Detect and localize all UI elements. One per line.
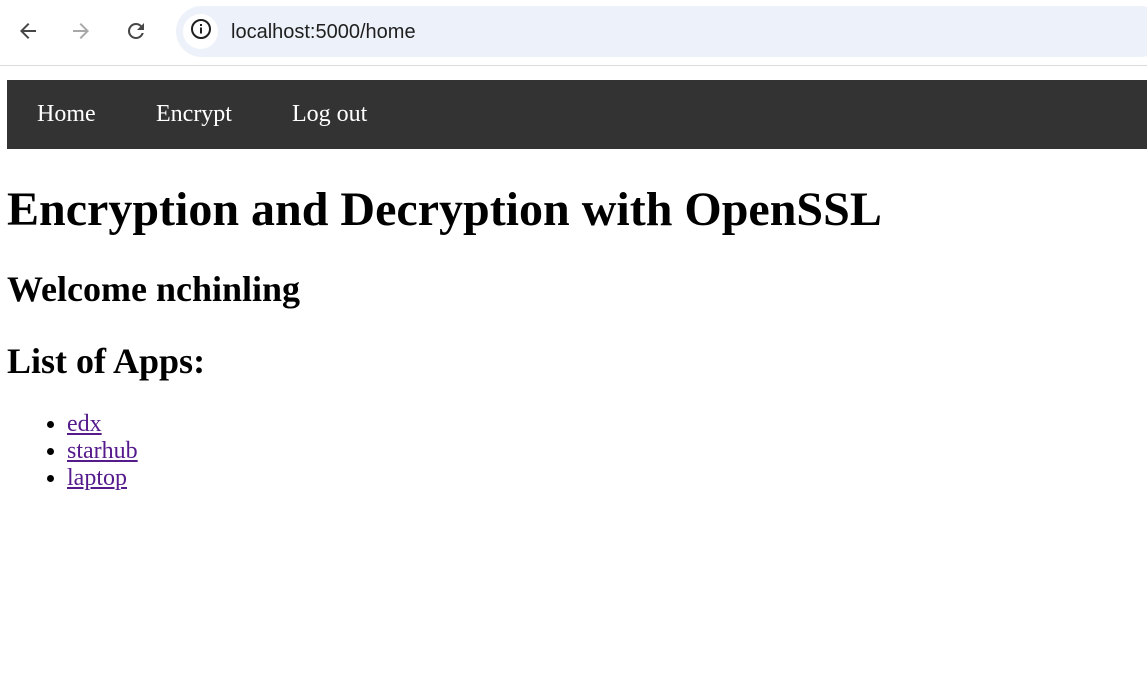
top-navbar: Home Encrypt Log out bbox=[7, 80, 1147, 149]
apps-list: edx starhub laptop bbox=[7, 411, 138, 492]
nav-logout-link[interactable]: Log out bbox=[292, 80, 367, 149]
list-item: edx bbox=[67, 411, 138, 438]
welcome-heading: Welcome nchinling bbox=[7, 269, 301, 309]
list-item: laptop bbox=[67, 465, 138, 492]
forward-arrow-icon bbox=[69, 19, 93, 43]
apps-list-heading: List of Apps: bbox=[7, 341, 206, 381]
app-link-laptop[interactable]: laptop bbox=[67, 465, 127, 491]
page-title: Encryption and Decryption with OpenSSL bbox=[7, 183, 882, 236]
address-bar[interactable]: localhost:5000/home bbox=[176, 6, 1147, 57]
forward-button[interactable] bbox=[63, 13, 99, 49]
nav-encrypt-link[interactable]: Encrypt bbox=[156, 80, 232, 149]
browser-toolbar: localhost:5000/home bbox=[0, 0, 1147, 66]
reload-button[interactable] bbox=[118, 13, 154, 49]
site-info-button[interactable] bbox=[183, 14, 218, 49]
reload-icon bbox=[124, 19, 148, 43]
nav-home-link[interactable]: Home bbox=[37, 80, 96, 149]
app-link-starhub[interactable]: starhub bbox=[67, 438, 138, 464]
back-arrow-icon bbox=[16, 19, 40, 43]
url-text[interactable]: localhost:5000/home bbox=[231, 20, 416, 44]
list-item: starhub bbox=[67, 438, 138, 465]
info-icon bbox=[190, 18, 212, 45]
page-content: Home Encrypt Log out Encryption and Decr… bbox=[0, 67, 1147, 684]
app-link-edx[interactable]: edx bbox=[67, 411, 102, 437]
back-button[interactable] bbox=[10, 13, 46, 49]
